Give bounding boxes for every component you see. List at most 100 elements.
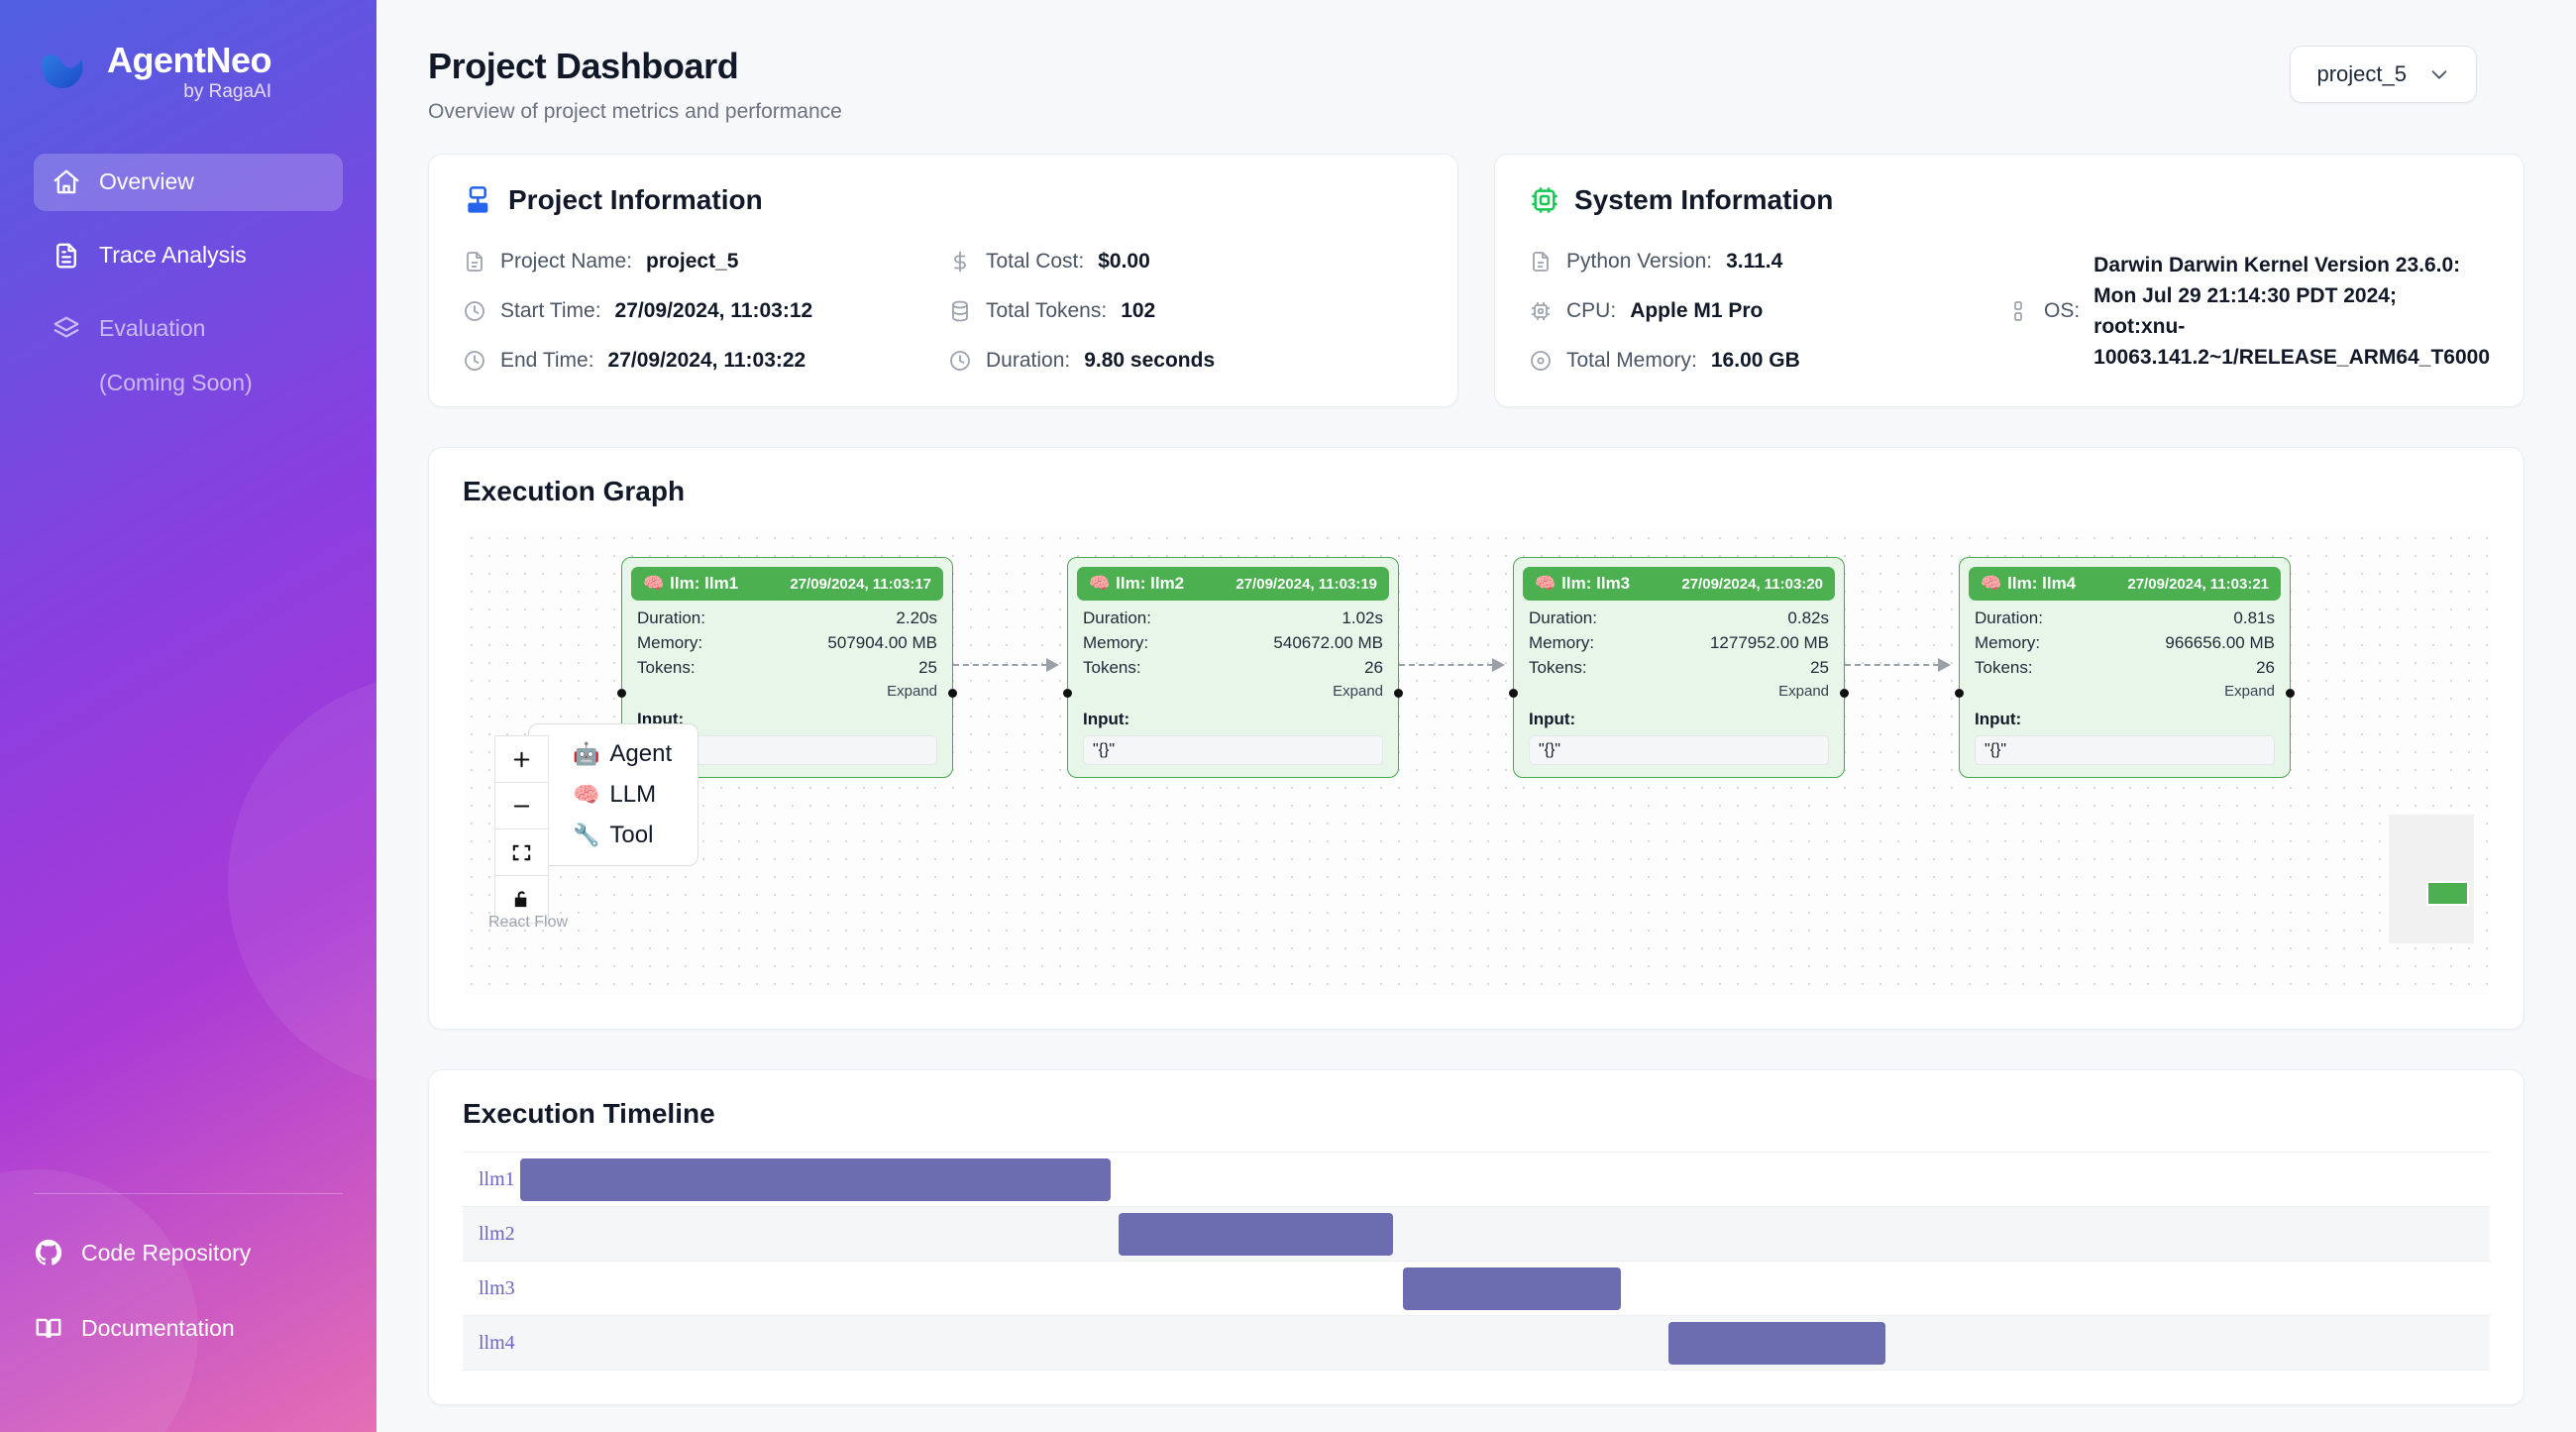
info-value: 16.00 GB (1710, 349, 1800, 372)
node-title: 🧠 llm: llm4 (1981, 574, 2076, 594)
timeline-track (520, 1316, 2490, 1370)
edge-arrow-icon (1046, 658, 1059, 673)
sidebar-link-documentation[interactable]: Documentation (34, 1313, 343, 1343)
card-title: System Information (1574, 184, 1834, 215)
node-memory-value: 507904.00 MB (827, 633, 937, 653)
node-title: 🧠 llm: llm2 (1089, 574, 1184, 594)
node-memory-row: Memory: 507904.00 MB (637, 633, 937, 653)
graph-controls (494, 735, 549, 925)
brain-icon: 🧠 (573, 782, 600, 808)
execution-graph-canvas[interactable]: 🧠 llm: llm1 27/09/2024, 11:03:17 Duratio… (463, 529, 2490, 996)
system-information-card: System Information Python Version: 3.11.… (1494, 154, 2524, 408)
graph-edge (953, 658, 1059, 673)
file-icon (1533, 252, 1549, 272)
graph-node-llm4[interactable]: 🧠 llm: llm4 27/09/2024, 11:03:21 Duratio… (1955, 557, 2295, 779)
node-memory-value: 966656.00 MB (2165, 633, 2275, 653)
legend-item-llm: 🧠 LLM (573, 781, 672, 809)
dollar-icon (954, 251, 966, 273)
timeline-bar[interactable] (1402, 1267, 1622, 1311)
clock-icon (465, 301, 484, 321)
project-info-left-column: Project Name: project_5 Start Time: 27/0… (463, 250, 938, 373)
info-label: End Time: (500, 349, 594, 372)
node-handle-right[interactable] (1840, 689, 1849, 699)
brand-title: AgentNeo (107, 40, 272, 80)
node-handle-left[interactable] (617, 689, 626, 699)
node-handle-right[interactable] (2286, 689, 2295, 699)
minus-icon (513, 805, 530, 808)
node-title-text: llm: llm2 (1116, 574, 1185, 594)
node-title-text: llm: llm3 (1561, 574, 1631, 594)
brain-icon: 🧠 (1535, 574, 1556, 594)
timeline-row: llm2 (463, 1207, 2490, 1263)
timeline-row-label: llm2 (479, 1222, 515, 1245)
sidebar-link-code-repository[interactable]: Code Repository (34, 1238, 343, 1267)
node-duration-label: Duration: (1529, 608, 1597, 628)
cpu-icon (1532, 302, 1550, 320)
node-memory-label: Memory: (1975, 633, 2041, 653)
os-value: Darwin Darwin Kernel Version 23.6.0: Mon… (2093, 254, 2491, 370)
card-header: Project Information (463, 184, 1424, 216)
node-header: 🧠 llm: llm2 27/09/2024, 11:03:19 (1077, 567, 1389, 602)
edge-line (953, 664, 1057, 667)
sidebar-item-trace-analysis[interactable]: Trace Analysis (34, 227, 343, 284)
node-expand-button[interactable]: Expand (637, 683, 937, 700)
node-duration-row: Duration: 2.20s (637, 608, 937, 628)
github-icon (35, 1239, 62, 1266)
card-title: Project Information (508, 184, 763, 215)
node-expand-button[interactable]: Expand (1975, 683, 2275, 700)
node-timestamp: 27/09/2024, 11:03:21 (2127, 575, 2269, 593)
node-memory-label: Memory: (1529, 633, 1595, 653)
graph-node-llm3[interactable]: 🧠 llm: llm3 27/09/2024, 11:03:20 Duratio… (1509, 557, 1849, 779)
legend-item-agent: 🤖 Agent (573, 740, 672, 768)
node-tokens-label: Tokens: (637, 658, 696, 678)
node-title-text: llm: llm1 (670, 574, 739, 594)
system-info-left-column: Python Version: 3.11.4 CPU: Apple M1 Pro… (1529, 250, 1996, 373)
timeline-bar[interactable] (1119, 1213, 1393, 1257)
node-handle-left[interactable] (1509, 689, 1518, 699)
node-handle-left[interactable] (1063, 689, 1072, 699)
node-body: Duration: 0.82s Memory: 1277952.00 MB To… (1523, 601, 1835, 766)
execution-graph-section: Execution Graph 🧠 llm: llm1 27/09/2024, … (428, 447, 2524, 1031)
graph-node-llm2[interactable]: 🧠 llm: llm2 27/09/2024, 11:03:19 Duratio… (1063, 557, 1403, 779)
zoom-in-button[interactable] (495, 736, 548, 784)
node-handle-right[interactable] (1394, 689, 1403, 699)
brain-icon: 🧠 (1981, 574, 2002, 594)
zoom-out-button[interactable] (495, 783, 548, 830)
legend-label: LLM (609, 781, 657, 809)
node-expand-button[interactable]: Expand (1083, 683, 1383, 700)
project-icon (468, 186, 488, 213)
timeline-bar[interactable] (1668, 1322, 1885, 1366)
node-input-label: Input: (1529, 710, 1576, 729)
clock-icon (465, 351, 484, 371)
document-icon (56, 243, 76, 269)
timeline-bar[interactable] (520, 1158, 1112, 1202)
node-tokens-row: Tokens: 26 (1083, 658, 1383, 678)
brand: AgentNeo by RagaAI (38, 42, 343, 102)
edge-arrow-icon (1492, 658, 1505, 673)
timeline-track (520, 1262, 2490, 1315)
sidebar-footer: Code Repository Documentation (34, 1193, 343, 1432)
system-info-right-column: OS: Darwin Darwin Kernel Version 23.6.0:… (2006, 250, 2490, 373)
card-header: System Information (1529, 184, 2490, 216)
info-value: Apple M1 Pro (1630, 299, 1764, 322)
node-handle-right[interactable] (948, 689, 957, 699)
sidebar-item-overview[interactable]: Overview (34, 153, 343, 211)
fit-view-button[interactable] (495, 829, 548, 877)
node-handle-left[interactable] (1955, 689, 1964, 699)
node-title-text: llm: llm4 (2007, 574, 2077, 594)
graph-minimap[interactable] (2389, 815, 2474, 944)
node-body: Duration: 0.81s Memory: 966656.00 MB Tok… (1969, 601, 2281, 766)
node-title: 🧠 llm: llm3 (1535, 574, 1630, 594)
node-expand-button[interactable]: Expand (1529, 683, 1829, 700)
node-timestamp: 27/09/2024, 11:03:20 (1681, 575, 1823, 593)
timeline-row-label: llm1 (479, 1167, 515, 1190)
book-icon (36, 1318, 61, 1338)
disc-icon (1531, 351, 1551, 371)
node-tokens-label: Tokens: (1975, 658, 2033, 678)
project-selector[interactable]: project_5 (2290, 46, 2477, 103)
file-icon (467, 252, 483, 272)
info-value: $0.00 (1098, 250, 1150, 273)
timeline-row-label: llm4 (479, 1331, 515, 1354)
node-body: Duration: 1.02s Memory: 540672.00 MB Tok… (1077, 601, 1389, 766)
